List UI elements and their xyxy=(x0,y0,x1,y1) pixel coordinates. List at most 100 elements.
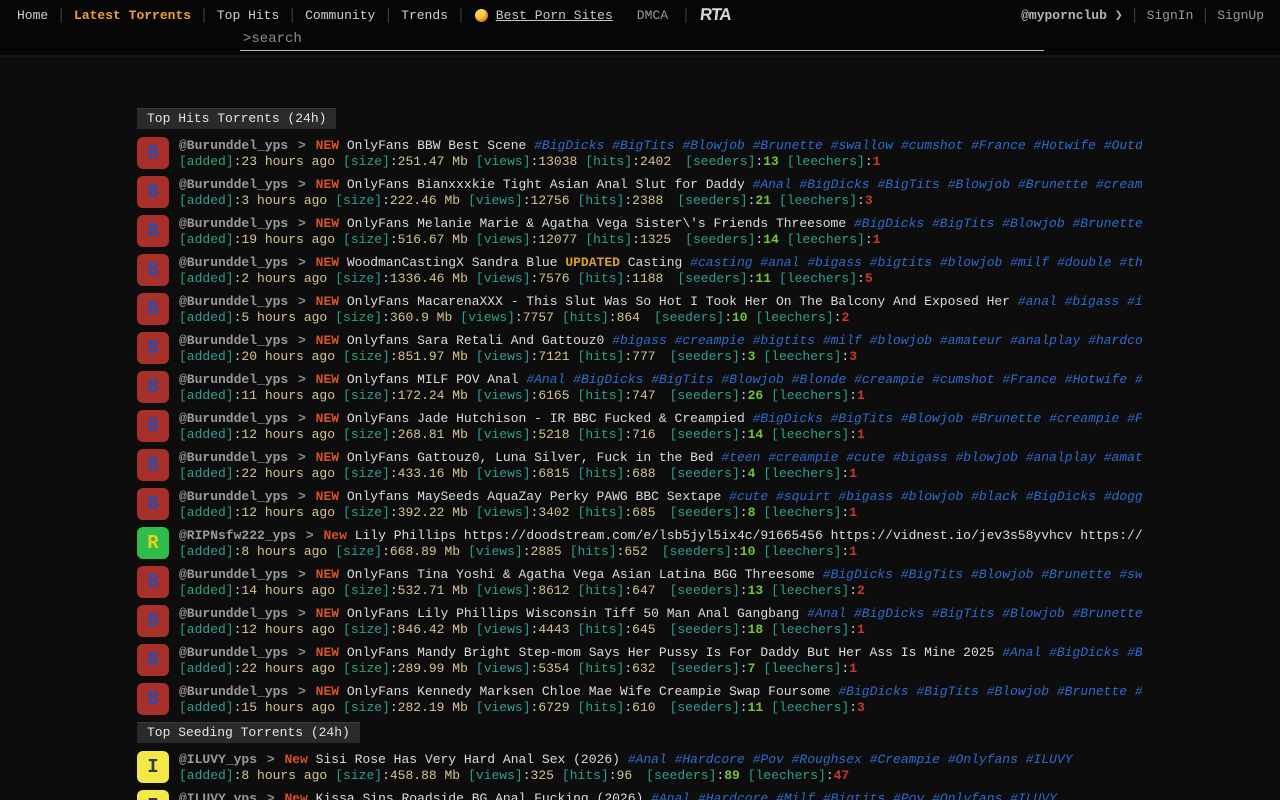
uploader-name[interactable]: @Burunddel_yps xyxy=(179,645,288,660)
uploader-avatar[interactable]: B xyxy=(137,683,169,715)
hashtag-link[interactable]: #Brunette xyxy=(753,138,823,153)
hashtag-link[interactable]: #Onlyfans xyxy=(948,752,1018,767)
torrent-row[interactable]: B @Burunddel_yps > NEW OnlyFans Mandy Br… xyxy=(137,644,1142,676)
torrent-row[interactable]: B @Burunddel_yps > NEW Onlyfans MILF POV… xyxy=(137,371,1142,403)
hashtag-link[interactable]: #Brunette xyxy=(1057,684,1127,699)
hashtag-link[interactable]: #Hotwife xyxy=(1034,138,1096,153)
torrent-title[interactable]: OnlyFans Tina Yoshi & Agatha Vega Asian … xyxy=(347,567,815,582)
hashtag-link[interactable]: #blowjob xyxy=(870,333,932,348)
hashtag-link[interactable]: #cumshot xyxy=(901,138,963,153)
hashtag-link[interactable]: #ILUVY xyxy=(1010,791,1057,800)
uploader-avatar[interactable]: B xyxy=(137,293,169,325)
hashtag-link[interactable]: #BigTits xyxy=(1127,645,1142,660)
hashtag-link[interactable]: #milf xyxy=(823,333,862,348)
hashtag-link[interactable]: #Blowjob xyxy=(948,177,1010,192)
hashtag-link[interactable]: #lingeri… xyxy=(1135,372,1142,387)
hashtag-link[interactable]: #anal xyxy=(760,255,799,270)
torrent-row[interactable]: B @Burunddel_yps > NEW OnlyFans Jade Hut… xyxy=(137,410,1142,442)
uploader-avatar[interactable]: B xyxy=(137,566,169,598)
hashtag-link[interactable]: #bigass xyxy=(893,450,948,465)
uploader-name[interactable]: @Burunddel_yps xyxy=(179,216,288,231)
torrent-row[interactable]: B @Burunddel_yps > NEW OnlyFans Macarena… xyxy=(137,293,1142,325)
torrent-title[interactable]: Onlyfans Sara Retali And Gattouz0 xyxy=(347,333,604,348)
hashtag-link[interactable]: #Blowjob xyxy=(971,567,1033,582)
hashtag-link[interactable]: #Milf xyxy=(776,791,815,800)
hashtag-link[interactable]: #BigDicks xyxy=(823,567,893,582)
signin-button[interactable]: SignIn xyxy=(1139,8,1202,23)
hashtag-link[interactable]: #bigass xyxy=(612,333,667,348)
hashtag-link[interactable]: #BigDicks xyxy=(1026,489,1096,504)
account-label[interactable]: @mypornclub xyxy=(1021,8,1107,23)
hashtag-link[interactable]: #Blonde xyxy=(792,372,847,387)
uploader-avatar[interactable]: B xyxy=(137,137,169,169)
torrent-row[interactable]: B @Burunddel_yps > NEW OnlyFans Kennedy … xyxy=(137,683,1142,715)
uploader-avatar[interactable]: B xyxy=(137,644,169,676)
uploader-avatar[interactable]: B xyxy=(137,410,169,442)
hashtag-link[interactable]: #BigDicks xyxy=(854,606,924,621)
hashtag-link[interactable]: #Brunette xyxy=(971,411,1041,426)
torrent-row[interactable]: B @Burunddel_yps > NEW Onlyfans Sara Ret… xyxy=(137,332,1142,364)
torrent-title[interactable]: OnlyFans Bianxxxkie Tight Asian Anal Slu… xyxy=(347,177,745,192)
uploader-name[interactable]: @Burunddel_yps xyxy=(179,294,288,309)
hashtag-link[interactable]: #teen xyxy=(721,450,760,465)
torrent-row[interactable]: B @Burunddel_yps > NEW Onlyfans MaySeeds… xyxy=(137,488,1142,520)
hashtag-link[interactable]: #bigass xyxy=(1065,294,1120,309)
uploader-name[interactable]: @Burunddel_yps xyxy=(179,372,288,387)
torrent-title[interactable]: OnlyFans MacarenaXXX - This Slut Was So … xyxy=(347,294,1010,309)
hashtag-link[interactable]: #BigDicks xyxy=(1049,645,1119,660)
torrent-row[interactable]: B @Burunddel_yps > NEW OnlyFans Gattouz0… xyxy=(137,449,1142,481)
torrent-title[interactable]: WoodmanCastingX Sandra Blue xyxy=(347,255,558,270)
uploader-name[interactable]: @Burunddel_yps xyxy=(179,684,288,699)
hashtag-link[interactable]: #BigTits xyxy=(651,372,713,387)
hashtag-link[interactable]: #Anal xyxy=(628,752,667,767)
torrent-title[interactable]: Lily Phillips https://doodstream.com/e/l… xyxy=(355,528,1142,543)
hashtag-link[interactable]: #amateur xyxy=(940,333,1002,348)
hashtag-link[interactable]: #BigDicks xyxy=(838,684,908,699)
hashtag-link[interactable]: #France xyxy=(1002,372,1057,387)
hashtag-link[interactable]: #creampie xyxy=(1096,177,1142,192)
uploader-avatar[interactable]: B xyxy=(137,488,169,520)
hashtag-link[interactable]: #Blowjob xyxy=(682,138,744,153)
hashtag-link[interactable]: #milf xyxy=(1010,255,1049,270)
hashtag-link[interactable]: #creampie xyxy=(675,333,745,348)
best-porn-sites-link[interactable]: Best Porn Sites xyxy=(496,8,613,23)
hashtag-link[interactable]: #France xyxy=(971,138,1026,153)
hashtag-link[interactable]: #Anal xyxy=(807,606,846,621)
nav-community[interactable]: Community xyxy=(296,8,384,23)
torrent-row[interactable]: B @Burunddel_yps > NEW OnlyFans Tina Yos… xyxy=(137,566,1142,598)
torrent-title[interactable]: OnlyFans Melanie Marie & Agatha Vega Sis… xyxy=(347,216,846,231)
uploader-name[interactable]: @RIPNsfw222_yps xyxy=(179,528,296,543)
hashtag-link[interactable]: #BigDicks xyxy=(534,138,604,153)
hashtag-link[interactable]: #Hardcore xyxy=(698,791,768,800)
torrent-title[interactable]: OnlyFans Kennedy Marksen Chloe Mae Wife … xyxy=(347,684,831,699)
uploader-name[interactable]: @Burunddel_yps xyxy=(179,450,288,465)
hashtag-link[interactable]: #Bigtits xyxy=(823,791,885,800)
hashtag-link[interactable]: #Onlyfans xyxy=(932,791,1002,800)
uploader-name[interactable]: @ILUVY_yps xyxy=(179,791,257,800)
hashtag-link[interactable]: #cute xyxy=(846,450,885,465)
torrent-title[interactable]: Sisi Rose Has Very Hard Anal Sex (2026) xyxy=(316,752,620,767)
signup-button[interactable]: SignUp xyxy=(1209,8,1272,23)
hashtag-link[interactable]: #casting xyxy=(690,255,752,270)
hashtag-link[interactable]: #Brunette xyxy=(1018,177,1088,192)
hashtag-link[interactable]: #BigDicks xyxy=(799,177,869,192)
uploader-avatar[interactable]: B xyxy=(137,605,169,637)
hashtag-link[interactable]: #ILUVY xyxy=(1026,752,1073,767)
hashtag-link[interactable]: #swallow xyxy=(1119,567,1142,582)
uploader-avatar[interactable]: I xyxy=(137,790,169,800)
torrent-row[interactable]: I @ILUVY_yps > New Sisi Rose Has Very Ha… xyxy=(137,751,1142,783)
torrent-row[interactable]: B @Burunddel_yps > NEW OnlyFans Melanie … xyxy=(137,215,1142,247)
hashtag-link[interactable]: #blowjob xyxy=(901,489,963,504)
hashtag-link[interactable]: #BigTits xyxy=(932,216,994,231)
uploader-avatar[interactable]: B xyxy=(137,215,169,247)
uploader-avatar[interactable]: B xyxy=(137,449,169,481)
torrent-title[interactable]: Casting xyxy=(628,255,683,270)
hashtag-link[interactable]: #Hotwife xyxy=(1065,372,1127,387)
hashtag-link[interactable]: #BigTits xyxy=(612,138,674,153)
uploader-avatar[interactable]: B xyxy=(137,371,169,403)
hashtag-link[interactable]: #Blowjob xyxy=(1002,216,1064,231)
hashtag-link[interactable]: #BigTits xyxy=(916,684,978,699)
hashtag-link[interactable]: #blowjob xyxy=(940,255,1002,270)
uploader-avatar[interactable]: R xyxy=(137,527,169,559)
hashtag-link[interactable]: #swallow xyxy=(831,138,893,153)
